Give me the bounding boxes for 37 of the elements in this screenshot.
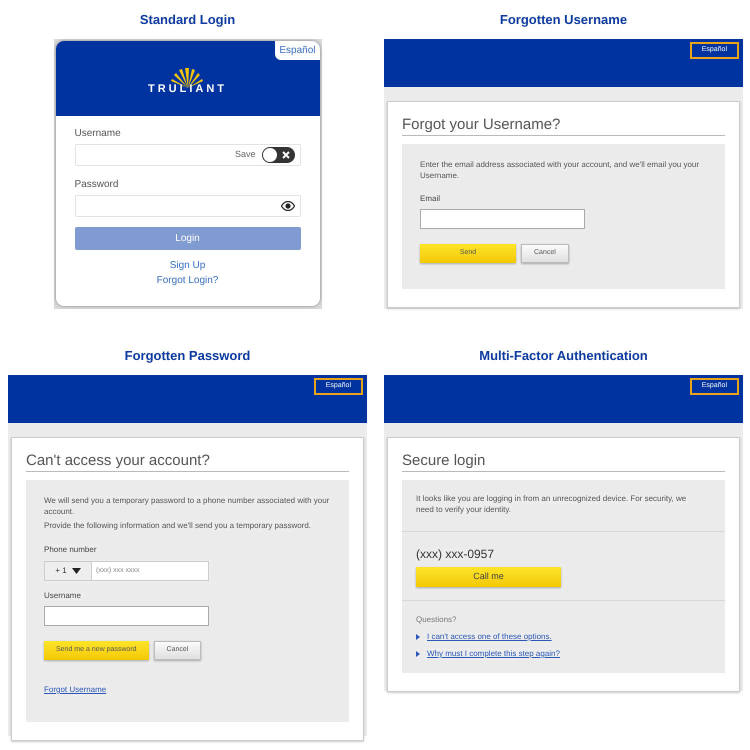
questions-label: Questions? xyxy=(416,614,456,626)
field-label: Password xyxy=(74,178,120,192)
section-title: Standard Login xyxy=(140,12,236,28)
field-label: Username xyxy=(74,127,122,141)
input-field[interactable] xyxy=(44,606,209,626)
eye-icon xyxy=(280,201,294,211)
description-text: We will send you a temporary password to a phone number associated with your account. xyxy=(44,495,330,517)
description-text: Provide the following information and we'll send you a temporary password. xyxy=(44,520,312,531)
call-button[interactable]: Call me xyxy=(416,567,561,587)
text-link[interactable]: I can't access one of these options. xyxy=(427,631,552,643)
toggle-label: Save xyxy=(234,148,256,162)
section-title: Forgotten Password xyxy=(124,348,250,364)
text-link[interactable]: Why must I complete this step again? xyxy=(427,648,560,660)
language-link[interactable]: Español xyxy=(275,41,320,60)
text-link[interactable]: Forgot Login? xyxy=(156,274,218,287)
description-text: Enter the email address associated with your account, and we'll email you your Username. xyxy=(420,159,700,181)
section-title: Multi-Factor Authentication xyxy=(479,348,648,364)
save-toggle[interactable] xyxy=(262,147,294,163)
field-label: Username xyxy=(44,590,81,602)
logo-text: TRULIANT xyxy=(148,84,227,95)
text-link[interactable]: Forgot Username xyxy=(44,684,106,696)
country-code-dropdown[interactable]: + 1 xyxy=(45,562,92,580)
section-title: Forgotten Username xyxy=(500,12,628,28)
input-field[interactable]: Save xyxy=(74,144,300,166)
description-text: It looks like you are logging in from an unrecognized device. For security, we need to verify your identity. xyxy=(416,493,688,515)
page-heading: Can't access your account? xyxy=(26,452,349,472)
page-heading: Secure login xyxy=(402,452,725,472)
field-label: Email xyxy=(420,193,440,205)
close-icon xyxy=(282,151,290,159)
field-label: Phone number xyxy=(44,544,96,556)
triangle-icon xyxy=(416,634,420,640)
caret-icon xyxy=(72,568,81,574)
input-field[interactable] xyxy=(420,209,585,229)
text-link[interactable]: Sign Up xyxy=(170,259,206,272)
page-heading: Forgot your Username? xyxy=(402,116,725,136)
triangle-icon xyxy=(416,651,420,657)
phone-number: (xxx) xxx-0957 xyxy=(416,546,494,563)
